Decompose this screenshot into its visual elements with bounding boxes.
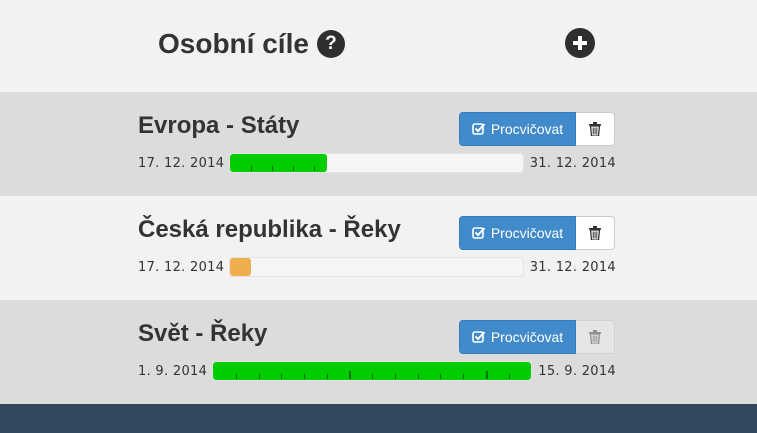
goal-title: Svět - Řeky [138,320,268,347]
check-square-icon [472,123,486,135]
end-date: 31. 12. 2014 [529,155,616,171]
progress-bar [229,153,524,173]
delete-button[interactable] [576,216,615,250]
practice-button-label: Procvičovat [490,121,564,137]
day-tick [394,374,396,379]
page-title: Osobní cíle ? [158,28,345,60]
goal-item: Česká republika - Řeky Procvičovat 17. 1… [0,196,757,300]
end-date: 15. 9. 2014 [538,363,616,379]
goal-actions: Procvičovat [459,112,615,146]
progress-bar [229,257,524,277]
page-header: Osobní cíle ? [0,0,757,92]
start-date: 17. 12. 2014 [138,259,225,275]
progress-fill [230,258,251,276]
trash-icon [589,122,601,136]
delete-button [576,320,615,354]
practice-button[interactable]: Procvičovat [459,320,576,354]
page-title-text: Osobní cíle [158,28,309,59]
page-footer [0,404,757,433]
day-tick [485,371,488,379]
day-tick [372,374,374,379]
day-tick [272,166,274,171]
goal-actions: Procvičovat [459,216,615,250]
practice-button[interactable]: Procvičovat [459,216,576,250]
start-date: 17. 12. 2014 [138,155,225,171]
day-tick [508,374,510,379]
day-tick [304,374,306,379]
delete-button[interactable] [576,112,615,146]
day-tick [281,374,283,379]
day-tick [251,166,253,171]
goal-list: Evropa - Státy Procvičovat 17. 12. 2014 … [0,92,757,404]
day-tick [292,166,294,171]
trash-icon [589,226,601,240]
trash-icon [589,330,601,344]
day-tick [313,166,315,171]
day-tick [440,374,442,379]
progress-fill [230,154,327,172]
practice-button-label: Procvičovat [490,225,564,241]
day-tick [417,374,419,379]
practice-button-label: Procvičovat [490,329,564,345]
end-date: 31. 12. 2014 [529,259,616,275]
practice-button[interactable]: Procvičovat [459,112,576,146]
goal-progress-row: 1. 9. 2014 15. 9. 2014 [138,361,616,381]
check-square-icon [472,227,486,239]
goal-progress-row: 17. 12. 2014 31. 12. 2014 [138,257,616,277]
day-tick [349,371,352,379]
check-square-icon [472,331,486,343]
progress-fill [213,362,532,380]
goal-actions: Procvičovat [459,320,615,354]
day-tick [463,374,465,379]
day-tick [235,374,237,379]
goal-title: Česká republika - Řeky [138,216,401,243]
goal-progress-row: 17. 12. 2014 31. 12. 2014 [138,153,616,173]
progress-bar [212,361,533,381]
goal-item: Evropa - Státy Procvičovat 17. 12. 2014 … [0,92,757,196]
goal-item: Svět - Řeky Procvičovat 1. 9. 2014 15. 9… [0,300,757,404]
day-tick [326,374,328,379]
plus-circle-icon[interactable] [565,28,595,58]
goal-title: Evropa - Státy [138,112,300,139]
question-circle-icon[interactable]: ? [316,30,345,58]
start-date: 1. 9. 2014 [138,363,208,379]
day-tick [258,374,260,379]
plus-glyph [573,36,587,50]
